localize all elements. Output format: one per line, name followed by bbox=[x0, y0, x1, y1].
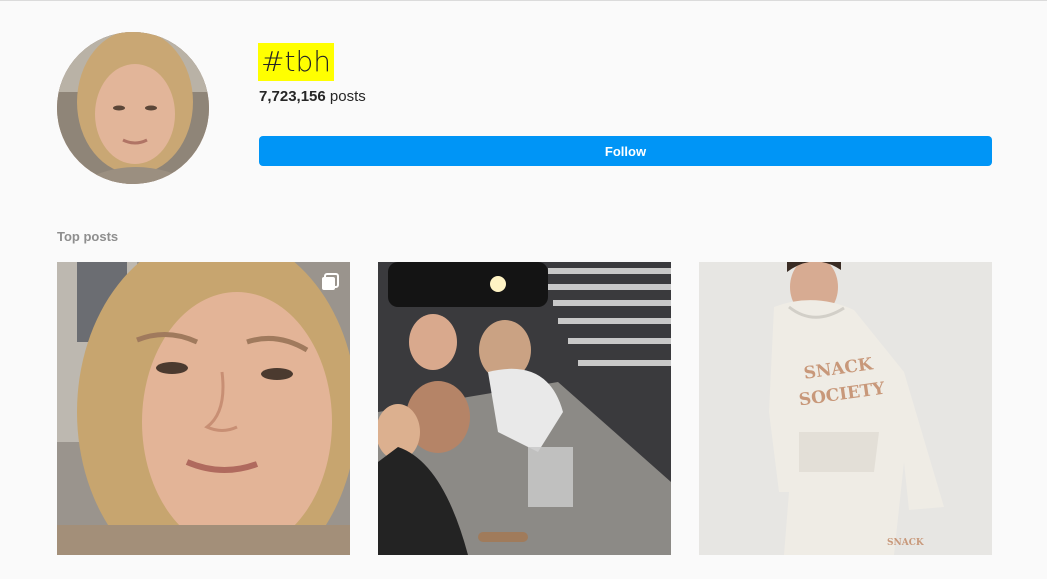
hashtag-title: #tbh bbox=[258, 43, 334, 81]
top-divider bbox=[0, 0, 1047, 1]
pants-print: SNACK bbox=[887, 538, 925, 548]
top-posts-title: Top posts bbox=[57, 229, 119, 244]
follow-button[interactable]: Follow bbox=[259, 136, 992, 166]
post-2-thumbnail[interactable] bbox=[378, 262, 671, 555]
hashtag-avatar bbox=[57, 32, 209, 184]
post-count-value: 7,723,156 bbox=[259, 88, 326, 105]
post-count-label: posts bbox=[329, 88, 366, 105]
carousel-icon bbox=[322, 273, 339, 290]
post-3-thumbnail[interactable]: SNACK SOCIETY SNACK bbox=[699, 262, 992, 555]
post-1-thumbnail[interactable] bbox=[57, 262, 350, 555]
post-count: 7,723,156 posts bbox=[259, 88, 366, 106]
